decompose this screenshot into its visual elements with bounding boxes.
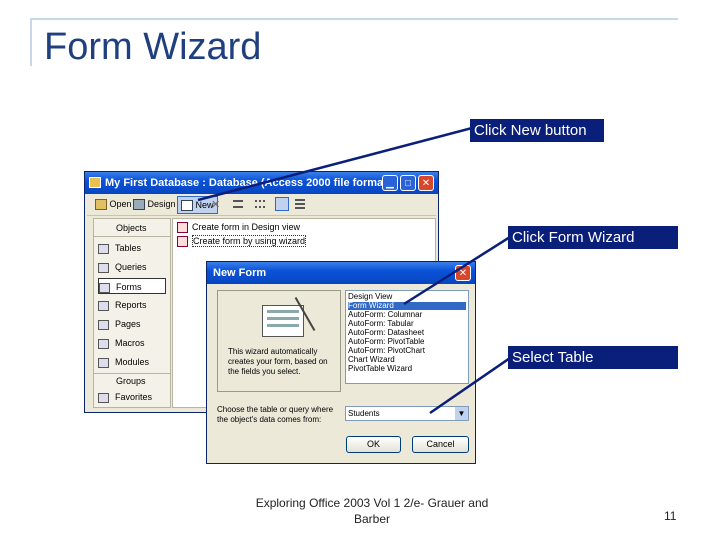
callout-lines	[197, 126, 511, 415]
callout-line-wizard	[403, 235, 511, 306]
slide-footer: Exploring Office 2003 Vol 1 2/e- Grauer …	[255, 496, 489, 526]
callout-select-table: Select Table	[508, 346, 678, 369]
callout-form-wizard: Click Form Wizard	[508, 226, 678, 249]
page-number: 11	[664, 509, 677, 523]
callout-new-button: Click New button	[470, 119, 604, 142]
callout-line-table	[429, 356, 511, 415]
callout-line-new	[197, 126, 473, 202]
